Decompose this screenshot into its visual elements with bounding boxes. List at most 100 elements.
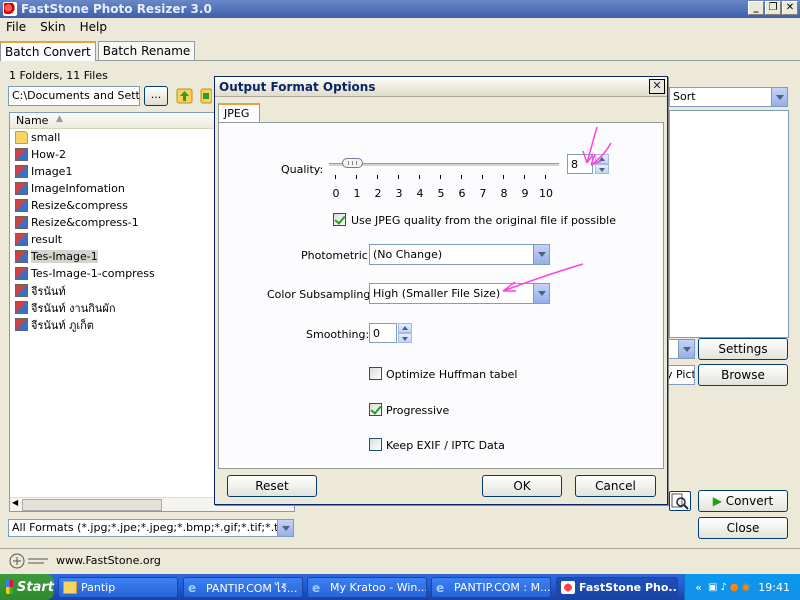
quality-slider-track[interactable] <box>329 163 559 166</box>
close-window-button[interactable]: ✕ <box>782 1 798 15</box>
image-file-icon <box>15 318 28 331</box>
use-original-quality-label: Use JPEG quality from the original file … <box>351 214 616 227</box>
quality-tick <box>482 175 483 179</box>
keep-exif-label: Keep EXIF / IPTC Data <box>386 439 505 452</box>
output-list[interactable] <box>669 110 789 338</box>
taskbar-item-pantip-1[interactable]: e PANTIP.COM ไร้... <box>183 577 303 598</box>
tab-jpeg[interactable]: JPEG <box>218 103 260 122</box>
minimize-button[interactable]: _ <box>748 1 764 15</box>
quality-tick <box>377 175 378 179</box>
file-name: Resize&compress-1 <box>31 216 139 229</box>
close-button[interactable]: Close <box>698 517 788 539</box>
sort-select[interactable]: Sort <box>669 87 788 107</box>
chevron-down-icon[interactable] <box>771 88 787 106</box>
quality-tick <box>524 175 525 179</box>
optimize-huffman-checkbox[interactable] <box>369 367 382 380</box>
menu-file[interactable]: File <box>6 20 26 38</box>
faststone-icon <box>561 581 575 594</box>
tray-app-icon[interactable]: ● <box>730 582 739 593</box>
scrollbar-thumb[interactable] <box>22 499 162 511</box>
reset-button[interactable]: Reset <box>227 475 317 497</box>
color-subsampling-label: Color Subsampling: <box>267 288 375 301</box>
column-name-label: Name <box>16 114 49 127</box>
quality-slider-thumb[interactable] <box>341 158 363 168</box>
smoothing-value: 0 <box>373 327 380 340</box>
taskbar-item-pantip-2[interactable]: e PANTIP.COM : M... <box>431 577 551 598</box>
jpeg-tab-panel: Quality: 0 1 2 3 4 5 6 7 8 9 10 8 Use JPEG quality… <box>218 122 664 469</box>
image-file-icon <box>15 148 28 161</box>
restore-button[interactable]: ❐ <box>765 1 781 15</box>
dialog-close-button[interactable]: ✕ <box>649 79 665 94</box>
image-file-icon <box>15 216 28 229</box>
quality-tick-label: 4 <box>416 187 424 200</box>
scroll-left-icon[interactable]: ◀ <box>12 498 18 507</box>
tray-app-icon-2[interactable]: ◉ <box>742 582 751 593</box>
browse-folder-button[interactable]: ... <box>144 86 168 106</box>
keep-exif-checkbox[interactable] <box>369 438 382 451</box>
taskbar-item-pantip[interactable]: Pantip <box>58 577 178 598</box>
image-file-icon <box>15 250 28 263</box>
start-button[interactable]: Start <box>0 574 54 600</box>
use-original-quality-checkbox[interactable] <box>333 213 346 226</box>
quality-tick-label: 2 <box>374 187 382 200</box>
file-name: Image1 <box>31 165 73 178</box>
quality-tick-label: 5 <box>437 187 445 200</box>
spin-up-icon[interactable] <box>398 323 412 333</box>
quality-tick <box>356 175 357 179</box>
convert-button[interactable]: ▶ Convert <box>698 490 788 512</box>
quality-tick <box>440 175 441 179</box>
quality-tick <box>503 175 504 179</box>
sort-arrow-icon: ▲ <box>56 114 63 124</box>
browse-output-button[interactable]: Browse <box>698 364 788 386</box>
preview-button[interactable] <box>669 491 691 511</box>
ie-icon: e <box>188 581 197 595</box>
status-bar: www.FastStone.org <box>0 548 800 572</box>
menu-help[interactable]: Help <box>80 20 107 38</box>
path-field[interactable]: C:\Documents and Settings <box>8 86 140 106</box>
taskbar-item-my-kratoo[interactable]: e My Kratoo - Win... <box>307 577 427 598</box>
chevron-down-icon[interactable] <box>678 340 694 358</box>
image-file-icon <box>15 284 28 297</box>
convert-label: Convert <box>725 494 774 508</box>
progressive-label: Progressive <box>386 404 450 417</box>
ie-icon: e <box>436 581 445 595</box>
window-titlebar[interactable]: FastStone Photo Resizer 3.0 _ ❐ ✕ <box>0 0 800 18</box>
smoothing-spin-input[interactable]: 0 <box>369 323 397 343</box>
dialog-titlebar[interactable]: Output Format Options ✕ <box>215 77 667 97</box>
output-folder-field[interactable]: y Pict <box>664 365 695 385</box>
file-name: Tes-Image-1-compress <box>31 267 155 280</box>
start-label: Start <box>17 579 54 595</box>
quality-label: Quality: <box>281 163 324 176</box>
folder-up-icon[interactable] <box>176 88 193 104</box>
play-icon: ▶ <box>712 494 722 508</box>
quality-tick <box>419 175 420 179</box>
network-icon[interactable]: ▣ <box>708 582 717 593</box>
column-header-name[interactable]: Name ▲ <box>10 113 220 129</box>
status-url[interactable]: www.FastStone.org <box>56 554 161 567</box>
magnifier-icon <box>671 493 689 510</box>
spin-down-icon[interactable] <box>398 333 412 343</box>
cancel-button[interactable]: Cancel <box>575 475 656 497</box>
progressive-checkbox[interactable] <box>369 403 382 416</box>
taskbar-item-label: PANTIP.COM : M... <box>454 581 551 594</box>
settings-button[interactable]: Settings <box>698 338 788 360</box>
tab-batch-convert[interactable]: Batch Convert <box>0 41 96 61</box>
file-name: ImageInfomation <box>31 182 125 195</box>
clock: 19:41 <box>758 580 790 594</box>
image-file-icon <box>15 233 28 246</box>
new-folder-icon[interactable] <box>200 88 212 104</box>
folder-count: 1 Folders, 11 Files <box>9 69 108 82</box>
file-name: Resize&compress <box>31 199 128 212</box>
file-format-filter[interactable]: All Formats (*.jpg;*.jpe;*.jpeg;*.bmp;*.… <box>8 519 294 537</box>
file-name: Tes-Image-1 <box>31 250 98 263</box>
smoothing-spinner[interactable] <box>398 323 412 343</box>
volume-icon[interactable]: ♪ <box>720 582 726 593</box>
quality-tick-label: 0 <box>332 187 340 200</box>
tray-chevron-icon[interactable]: « <box>695 581 702 594</box>
taskbar-item-faststone[interactable]: FastStone Pho... <box>556 577 678 598</box>
ok-button[interactable]: OK <box>482 475 562 497</box>
tab-batch-rename[interactable]: Batch Rename <box>97 41 196 60</box>
output-format-select[interactable] <box>664 339 695 359</box>
menu-skin[interactable]: Skin <box>40 20 66 38</box>
chevron-down-icon[interactable] <box>277 520 293 536</box>
